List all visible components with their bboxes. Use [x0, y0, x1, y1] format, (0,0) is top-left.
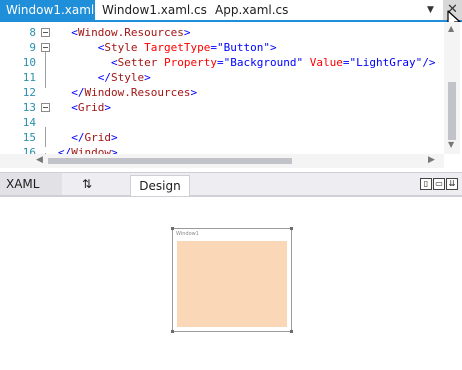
- line-number: 15: [22, 131, 36, 144]
- code-token: Style: [104, 41, 138, 54]
- code-text: </Grid>: [58, 130, 118, 145]
- tab-xaml-pane[interactable]: XAML: [0, 173, 62, 195]
- collapse-region-icon[interactable]: [41, 28, 50, 37]
- code-text: </Style>: [58, 70, 151, 85]
- code-token: "Background": [223, 56, 304, 69]
- code-token: >: [144, 71, 151, 84]
- code-token: Value: [309, 56, 343, 69]
- editor-vertical-scrollbar[interactable]: ▲ ▼: [444, 22, 460, 154]
- line-number: 8: [29, 26, 36, 39]
- code-token: >: [183, 26, 191, 39]
- code-token: Window.Resources: [84, 86, 191, 99]
- code-text: <Style TargetType="Button">: [58, 40, 277, 55]
- scroll-down-arrow-icon[interactable]: ▼: [448, 140, 454, 149]
- tab-list-dropdown-icon[interactable]: ▼: [427, 5, 434, 15]
- code-text: <Grid>: [58, 100, 111, 115]
- code-token: </: [71, 86, 85, 99]
- horizontal-split-icon[interactable]: ▭: [433, 178, 445, 190]
- xaml-code-editor[interactable]: 8 <Window.Resources> 9 <Style TargetType=…: [0, 22, 462, 168]
- code-token: Grid: [84, 131, 112, 144]
- code-token: Style: [111, 71, 145, 84]
- fold-guide-line: [45, 127, 46, 147]
- code-token: >: [190, 86, 198, 99]
- resize-handle-top-right[interactable]: [290, 227, 293, 230]
- code-token: =: [216, 56, 224, 69]
- code-token: Property: [163, 56, 217, 69]
- code-token: Window.Resources: [77, 26, 184, 39]
- vertical-split-icon[interactable]: ▯: [420, 178, 432, 190]
- split-view-toolbar: XAML ⇅ Design ▯ ▭ ⇊: [0, 172, 462, 197]
- tab-window1-xaml[interactable]: Window1.xaml: [0, 0, 95, 20]
- code-token: =: [210, 41, 217, 54]
- line-number: 13: [22, 101, 36, 114]
- code-token: "LightGray": [349, 56, 423, 69]
- line-number: 14: [22, 116, 36, 129]
- editor-horizontal-scrollbar[interactable]: ◀ ▶: [0, 154, 444, 168]
- designer-window-preview[interactable]: Window1: [171, 227, 293, 333]
- swap-panes-icon[interactable]: ⇅: [82, 173, 92, 195]
- resize-handle-bottom-right[interactable]: [290, 330, 293, 333]
- code-token: />: [422, 56, 436, 69]
- code-token: >: [111, 131, 118, 144]
- line-number: 9: [29, 41, 36, 54]
- code-text: <Setter Property="Background" Value="Lig…: [58, 55, 436, 70]
- line-number: 10: [22, 56, 36, 69]
- tab-app-xaml-cs[interactable]: App.xaml.cs: [209, 0, 294, 20]
- code-token: <: [71, 26, 78, 39]
- line-number: 12: [22, 86, 36, 99]
- scroll-left-arrow-icon[interactable]: ◀: [36, 155, 43, 165]
- code-token: >: [104, 101, 111, 114]
- collapse-region-icon[interactable]: [41, 103, 50, 112]
- scroll-up-arrow-icon[interactable]: ▲: [448, 24, 454, 33]
- designer-window-client-area[interactable]: [177, 241, 287, 327]
- design-surface[interactable]: Window1: [0, 196, 462, 370]
- code-token: Grid: [77, 101, 105, 114]
- tab-window1-xaml-cs[interactable]: Window1.xaml.cs: [96, 0, 213, 20]
- resize-handle-top-left[interactable]: [171, 227, 174, 230]
- code-token: </: [71, 131, 85, 144]
- line-number: 11: [22, 71, 36, 84]
- horizontal-scroll-thumb[interactable]: [48, 158, 292, 164]
- code-token: Setter: [117, 56, 158, 69]
- resize-handle-bottom-left[interactable]: [171, 330, 174, 333]
- document-tab-strip: Window1.xaml Window1.xaml.cs App.xaml.cs…: [0, 0, 462, 22]
- code-token: </: [97, 71, 111, 84]
- fold-guide-line: [45, 52, 46, 88]
- code-text: <Window.Resources>: [58, 25, 190, 40]
- vertical-scroll-thumb[interactable]: [448, 82, 456, 140]
- code-text: </Window.Resources>: [58, 85, 197, 100]
- designer-window-title: Window1: [176, 231, 199, 237]
- scroll-right-arrow-icon[interactable]: ▶: [428, 155, 435, 165]
- tab-design-pane[interactable]: Design: [130, 175, 190, 197]
- collapse-region-icon[interactable]: [41, 43, 50, 52]
- code-token: <: [71, 101, 78, 114]
- code-token: TargetType: [144, 41, 211, 54]
- code-token: >: [269, 41, 277, 54]
- code-token: "Button": [216, 41, 270, 54]
- code-token: <: [110, 56, 118, 69]
- collapse-pane-icon[interactable]: ⇊: [446, 178, 458, 190]
